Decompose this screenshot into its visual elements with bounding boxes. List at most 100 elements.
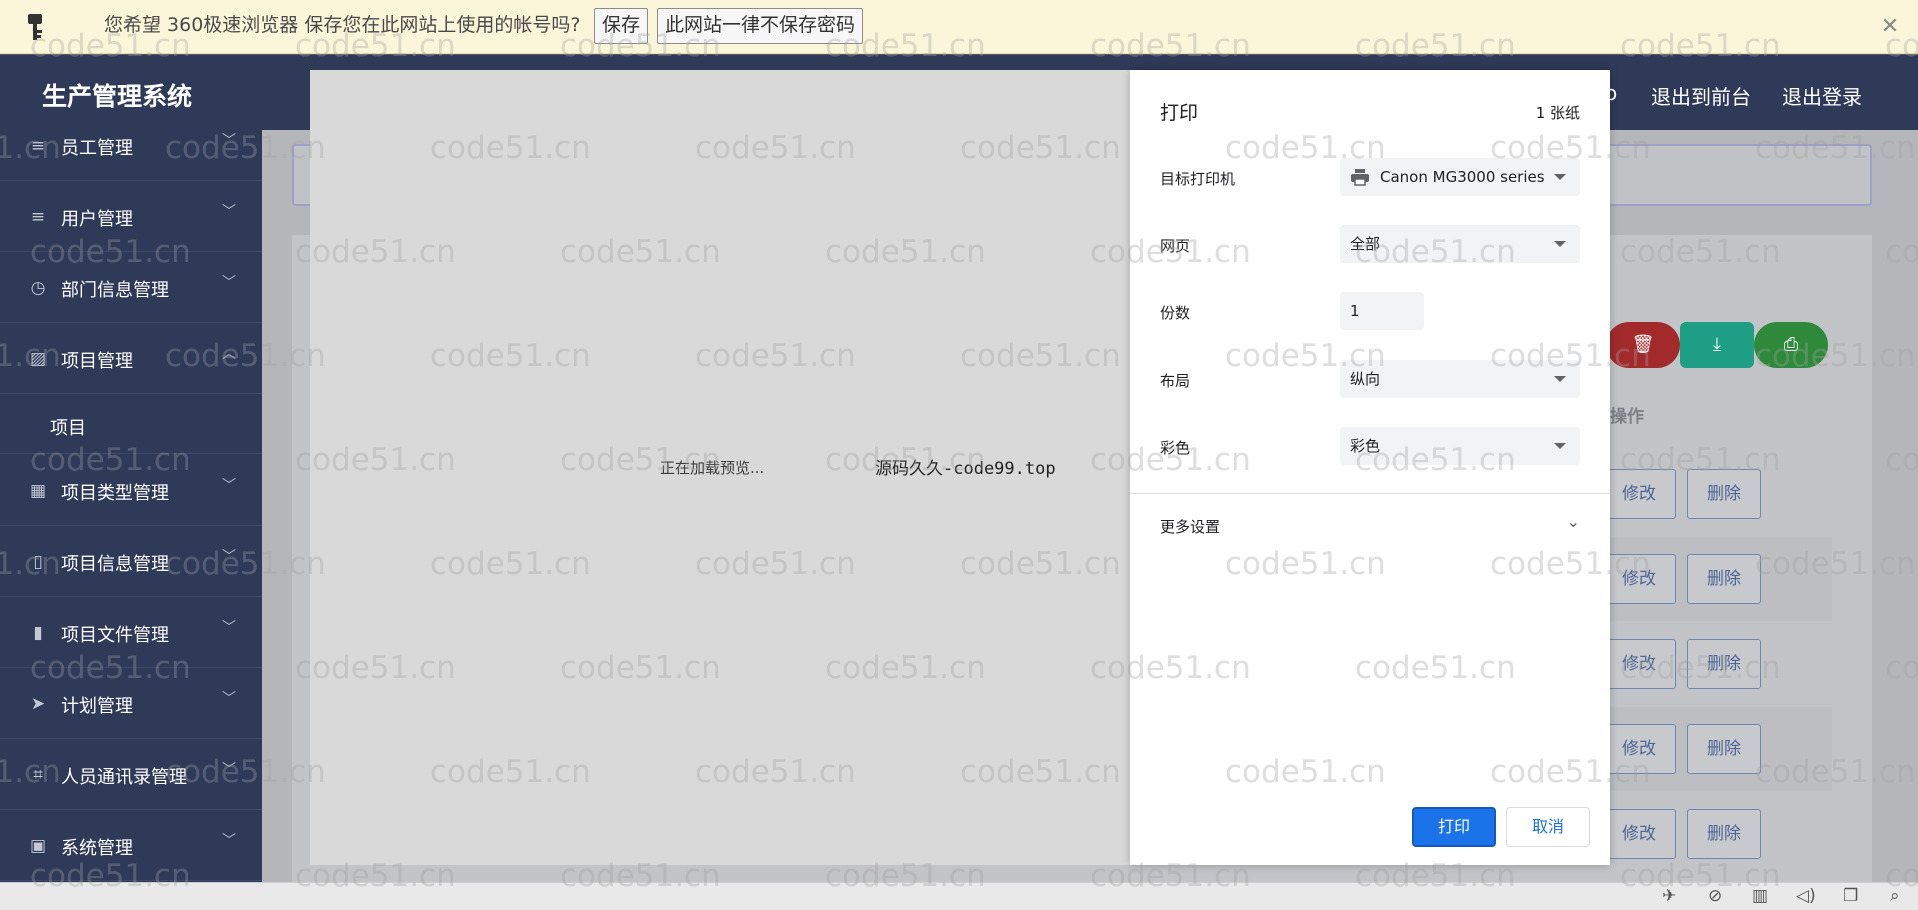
destination-value: Canon MG3000 series (1380, 168, 1545, 186)
grid-icon: ▦ (29, 481, 47, 501)
password-save-bar: 您希望 360极速浏览器 保存您在此网站上使用的帐号吗? 保存 此网站一律不保存… (0, 0, 1918, 54)
sidebar-subitem-project[interactable]: 项目 (0, 394, 262, 454)
color-label: 彩色 (1160, 439, 1191, 457)
sidebar-item-label: 项目类型管理 (61, 483, 169, 504)
copies-input[interactable]: 1 (1340, 292, 1424, 330)
delete-button[interactable]: 删除 (1687, 639, 1761, 689)
print-confirm-button[interactable]: 打印 (1412, 807, 1496, 847)
operations-column-header: 操作 (1610, 407, 1644, 427)
sidebar-item-project-files[interactable]: ▮ 项目文件管理 ﹀ (0, 597, 262, 668)
print-dialog-title: 打印 (1160, 102, 1199, 124)
destination-select[interactable]: Canon MG3000 series (1340, 158, 1580, 196)
cancel-button[interactable]: 取消 (1506, 807, 1590, 847)
trash-icon[interactable]: ▥ (1752, 886, 1768, 906)
save-password-button[interactable]: 保存 (594, 8, 649, 44)
dropdown-arrow-icon (1554, 443, 1566, 449)
color-select[interactable]: 彩色 (1340, 427, 1580, 465)
dropdown-arrow-icon (1554, 174, 1566, 180)
chevron-down-icon: ﹀ (222, 620, 236, 636)
download-icon: ⤓ (1713, 334, 1721, 355)
list-icon: ≡ (30, 207, 46, 227)
delete-button[interactable]: 删除 (1687, 724, 1761, 774)
sidebar-item-label: 计划管理 (61, 696, 133, 717)
delete-button[interactable]: 删除 (1687, 469, 1761, 519)
volume-icon[interactable]: ◁) (1796, 886, 1816, 906)
trash-icon: 🗑 (1631, 334, 1655, 355)
pin-icon[interactable]: ✈ (1662, 886, 1676, 906)
printer-icon (1351, 169, 1369, 186)
pages-select[interactable]: 全部 (1340, 225, 1580, 263)
send-icon: ➤ (30, 694, 46, 714)
clock-icon: ◷ (30, 278, 46, 298)
wallet-icon: ▣ (29, 836, 47, 856)
never-save-button[interactable]: 此网站一律不保存密码 (657, 8, 864, 44)
table-row: 修改 删除 (1602, 707, 1832, 791)
sidebar-item-label: 项目信息管理 (61, 554, 169, 575)
print-button[interactable]: ⎙ (1754, 322, 1828, 368)
sidebar-item-staff[interactable]: ≡ 员工管理 ﹀ (0, 130, 262, 181)
layout-label: 布局 (1160, 372, 1191, 390)
phone-icon: ▯ (33, 552, 43, 572)
bar-chart-icon: ▮ (33, 623, 43, 643)
sidebar-item-project-info[interactable]: ▯ 项目信息管理 ﹀ (0, 526, 262, 597)
sidebar-item-projects[interactable]: ▨ 项目管理 ︿ (0, 323, 262, 394)
chevron-down-icon: ﹀ (222, 833, 236, 849)
window-icon[interactable]: ❐ (1843, 886, 1858, 906)
table-row: 修改 删除 (1602, 622, 1832, 706)
sidebar-item-departments[interactable]: ◷ 部门信息管理 ﹀ (0, 252, 262, 323)
sidebar-item-label: 项目管理 (61, 351, 133, 372)
sidebar-item-label: 系统管理 (61, 838, 133, 859)
layout-value: 纵向 (1350, 370, 1381, 388)
chevron-down-icon: ﹀ (222, 133, 236, 149)
zoom-icon[interactable]: ⌕ (1890, 886, 1900, 906)
edit-button[interactable]: 修改 (1602, 724, 1676, 774)
sidebar-item-label: 项目文件管理 (61, 625, 169, 646)
chevron-down-icon: ﹀ (222, 549, 236, 565)
app-title: 生产管理系统 (42, 82, 193, 111)
delete-selected-button[interactable]: 🗑 (1606, 322, 1680, 368)
sidebar-item-users[interactable]: ≡ 用户管理 ﹀ (0, 181, 262, 252)
back-to-front-link[interactable]: 退出到前台 (1651, 81, 1751, 110)
table-row: 修改 删除 (1602, 537, 1832, 621)
sidebar-item-label: 用户管理 (61, 209, 133, 230)
sidebar-item-project-types[interactable]: ▦ 项目类型管理 ﹀ (0, 455, 262, 526)
layout-select[interactable]: 纵向 (1340, 360, 1580, 398)
close-icon[interactable]: ✕ (1877, 14, 1903, 40)
edit-button[interactable]: 修改 (1602, 639, 1676, 689)
chevron-up-icon: ︿ (222, 346, 236, 362)
chart-icon: ▨ (29, 349, 47, 369)
sidebar-item-plans[interactable]: ➤ 计划管理 ﹀ (0, 668, 262, 739)
sheet-count: 1 张纸 (1535, 104, 1580, 122)
sidebar: ≡ 员工管理 ﹀ ≡ 用户管理 ﹀ ◷ 部门信息管理 ﹀ ▨ 项目管理 ︿ 项目… (0, 130, 262, 882)
chevron-down-icon: ﹀ (222, 275, 236, 291)
chevron-down-icon: ﹀ (222, 478, 236, 494)
color-value: 彩色 (1350, 437, 1381, 455)
more-settings-toggle[interactable]: 更多设置 (1160, 516, 1220, 537)
delete-button[interactable]: 删除 (1687, 554, 1761, 604)
delete-button[interactable]: 删除 (1687, 809, 1761, 859)
export-button[interactable]: ⤓ (1680, 322, 1754, 368)
source-watermark-text: 源码久久-code99.top (875, 459, 1056, 479)
sidebar-subitem-label: 项目 (50, 418, 86, 439)
destination-label: 目标打印机 (1160, 170, 1236, 188)
sidebar-item-label: 人员通讯录管理 (61, 767, 187, 788)
list-icon: ≡ (30, 136, 46, 156)
pages-value: 全部 (1350, 235, 1381, 253)
save-password-message: 您希望 360极速浏览器 保存您在此网站上使用的帐号吗? (104, 14, 581, 36)
key-icon (28, 14, 42, 40)
print-preview-pane: 正在加载预览... 源码久久-code99.top (310, 70, 1130, 865)
logout-link[interactable]: 退出登录 (1782, 81, 1862, 110)
edit-button[interactable]: 修改 (1602, 809, 1676, 859)
table-row: 修改 删除 (1602, 792, 1832, 876)
dropdown-arrow-icon (1554, 376, 1566, 382)
edit-button[interactable]: 修改 (1602, 469, 1676, 519)
sidebar-item-contacts[interactable]: ⌗ 人员通讯录管理 ﹀ (0, 739, 262, 810)
browser-status-bar: ✈ ⊘ ▥ ◁) ❐ ⌕ (0, 882, 1918, 910)
chevron-down-icon: ﹀ (222, 691, 236, 707)
table-row: 修改 删除 (1602, 452, 1832, 536)
no-images-icon[interactable]: ⊘ (1708, 886, 1722, 906)
pages-label: 网页 (1160, 237, 1191, 255)
chevron-down-icon[interactable]: ⌄ (1567, 512, 1580, 531)
sidebar-item-system[interactable]: ▣ 系统管理 ﹀ (0, 810, 262, 881)
edit-button[interactable]: 修改 (1602, 554, 1676, 604)
